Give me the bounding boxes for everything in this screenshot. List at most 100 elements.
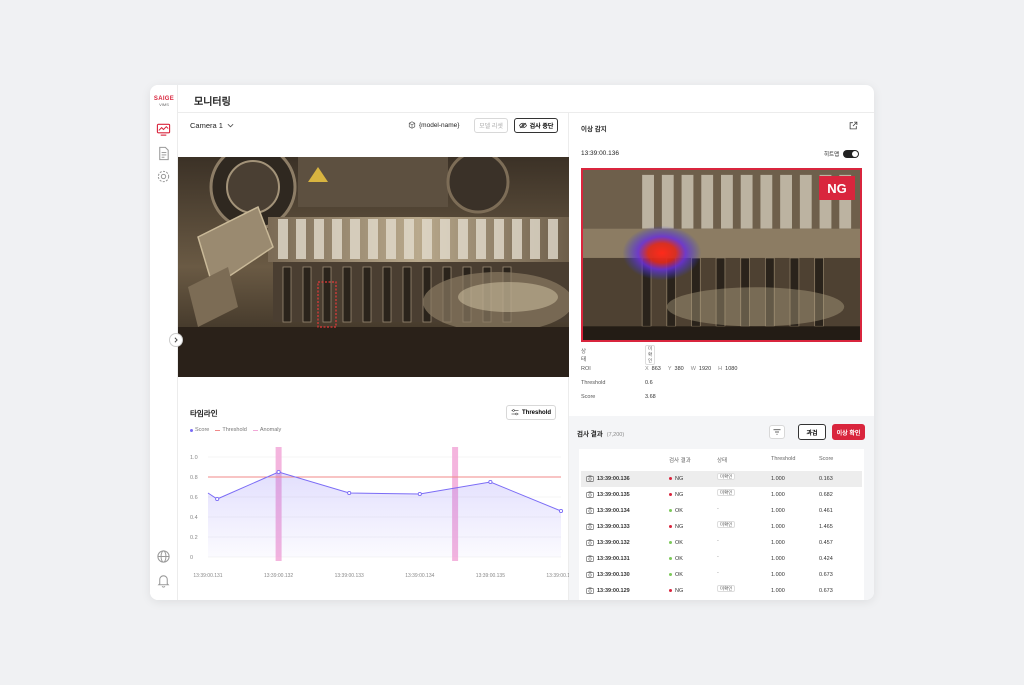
row-status-cell: - bbox=[717, 570, 719, 576]
row-result: NG bbox=[669, 524, 683, 530]
heatmap-label: 히트맵 bbox=[824, 152, 840, 158]
row-status-cell: 미확인 bbox=[717, 489, 736, 496]
model-reset-label: 모델 리셋 bbox=[479, 124, 503, 130]
row-status-cell: - bbox=[717, 554, 719, 560]
row-status-cell: 미확인 bbox=[717, 521, 736, 528]
table-row[interactable]: 13:39:00.131 OK - 1.000 0.424 bbox=[581, 551, 862, 567]
anomaly-line-icon bbox=[252, 429, 258, 431]
row-status-cell: 미확인 bbox=[717, 585, 736, 592]
table-row[interactable]: 13:39:00.130 OK - 1.000 0.673 bbox=[581, 567, 862, 583]
score-label: Score bbox=[581, 394, 596, 400]
threshold-label: Threshold bbox=[581, 380, 606, 386]
timeline-chart[interactable]: 1.0 0.8 0.6 0.4 0.2 0 13:39:00.131 13:39:00.132… bbox=[178, 437, 569, 600]
page-title: 모니터링 bbox=[194, 97, 231, 108]
row-threshold: 1.000 bbox=[771, 508, 785, 514]
y-tick-label: 1.0 bbox=[190, 455, 198, 461]
status-label: 상태 bbox=[581, 349, 587, 363]
legend-threshold: Threshold bbox=[215, 427, 247, 433]
col-score: Score bbox=[819, 456, 834, 462]
camera-feed-image[interactable] bbox=[178, 157, 569, 377]
score-dot-icon bbox=[190, 428, 193, 432]
result-dot-icon bbox=[669, 477, 672, 481]
x-tick-label: 13:39:00.132 bbox=[264, 573, 293, 579]
monitor-icon[interactable] bbox=[156, 122, 171, 137]
col-status: 상태 bbox=[717, 458, 728, 464]
model-reset-button[interactable]: 모델 리셋 bbox=[474, 118, 508, 133]
external-link-icon[interactable] bbox=[849, 121, 858, 130]
y-tick-label: 0.2 bbox=[190, 535, 198, 541]
anomaly-image[interactable]: NG bbox=[581, 168, 862, 342]
row-score: 1.465 bbox=[819, 524, 833, 530]
globe-icon[interactable] bbox=[156, 549, 171, 564]
row-threshold: 1.000 bbox=[771, 588, 785, 594]
camera-select[interactable]: Camera 1 bbox=[190, 121, 234, 130]
col-result: 검사 결과 bbox=[669, 458, 691, 464]
camera-toolbar: Camera 1 {model-name} 모델 리셋 검사 중단 bbox=[178, 113, 568, 139]
row-status-chip: 미확인 bbox=[717, 585, 736, 592]
stop-inspection-label: 검사 중단 bbox=[529, 124, 554, 130]
row-status-chip: 미확인 bbox=[717, 473, 736, 480]
threshold-button[interactable]: Threshold bbox=[506, 405, 556, 420]
x-tick-label: 13:39:00.134 bbox=[405, 573, 434, 579]
results-table: 검사 결과 상태 Threshold Score 13:39:00.136 NG 미… bbox=[579, 449, 864, 600]
roi-y-label: Y bbox=[667, 366, 672, 372]
row-time: 13:39:00.136 bbox=[597, 476, 630, 482]
settings-gear-icon[interactable] bbox=[156, 169, 171, 184]
stop-inspection-button[interactable]: 검사 중단 bbox=[514, 118, 558, 133]
results-title-label: 검사 결과 bbox=[577, 431, 603, 438]
y-tick-label: 0.4 bbox=[190, 515, 198, 521]
collapse-panel-button[interactable] bbox=[169, 333, 183, 347]
table-row[interactable]: 13:39:00.133 NG 미확인 1.000 1.465 bbox=[581, 519, 862, 535]
anomaly-title: 이상 감지 bbox=[581, 126, 607, 133]
table-row[interactable]: 13:39:00.132 OK - 1.000 0.457 bbox=[581, 535, 862, 551]
row-result-label: NG bbox=[675, 476, 684, 482]
row-result: OK bbox=[669, 556, 683, 562]
roi-h: 1080 bbox=[725, 366, 738, 372]
table-row[interactable]: 13:39:00.129 NG 미확인 1.000 0.673 bbox=[581, 583, 862, 599]
y-tick-label: 0.6 bbox=[190, 495, 198, 501]
camera-select-value: Camera 1 bbox=[190, 121, 223, 130]
filter-button[interactable] bbox=[769, 425, 785, 439]
status-chip: 미확인 bbox=[645, 345, 656, 365]
row-result-label: NG bbox=[675, 524, 684, 530]
result-dot-icon bbox=[669, 557, 672, 561]
row-score: 0.682 bbox=[819, 492, 833, 498]
camera-icon bbox=[586, 523, 594, 530]
row-threshold: 1.000 bbox=[771, 572, 785, 578]
score-point bbox=[215, 496, 220, 502]
row-time: 13:39:00.135 bbox=[597, 492, 630, 498]
brand-logo[interactable]: SAIGE VIMS bbox=[152, 96, 176, 107]
row-status: - bbox=[717, 554, 719, 560]
row-result: OK bbox=[669, 572, 683, 578]
results-section: 검사 결과 (7,200) 과검 이상 확인 검사 결과 상태 Threshol… bbox=[569, 416, 874, 600]
threshold-line-icon bbox=[215, 429, 221, 431]
camera-icon bbox=[586, 491, 594, 498]
row-threshold: 1.000 bbox=[771, 492, 785, 498]
score-point bbox=[417, 491, 422, 497]
timeline-title: 타임라인 bbox=[190, 409, 218, 418]
row-score: 0.673 bbox=[819, 572, 833, 578]
table-row[interactable]: 13:39:00.136 NG 미확인 1.000 0.163 bbox=[581, 471, 862, 487]
row-time: 13:39:00.133 bbox=[597, 524, 630, 530]
cube-icon bbox=[408, 121, 416, 129]
heatmap-toggle[interactable] bbox=[843, 150, 860, 158]
anomaly-pane: 이상 감지 13:39:00.136 히트맵 NG 상태 미확인 ROI X 8… bbox=[569, 113, 874, 600]
document-icon[interactable] bbox=[156, 146, 171, 161]
past-button[interactable]: 과검 bbox=[798, 424, 826, 440]
model-name: {model-name} bbox=[408, 121, 459, 129]
camera-icon bbox=[586, 555, 594, 562]
result-dot-icon bbox=[669, 541, 672, 545]
row-time: 13:39:00.130 bbox=[597, 572, 630, 578]
confirm-anomaly-button[interactable]: 이상 확인 bbox=[832, 424, 865, 440]
table-row[interactable]: 13:39:00.134 OK - 1.000 0.461 bbox=[581, 503, 862, 519]
x-tick-label: 13:39:00.131 bbox=[193, 573, 222, 579]
result-dot-icon bbox=[669, 573, 672, 577]
anomaly-timestamp: 13:39:00.136 bbox=[581, 150, 619, 157]
row-result: NG bbox=[669, 588, 683, 594]
row-result-label: OK bbox=[675, 508, 683, 514]
bell-icon[interactable] bbox=[156, 573, 171, 588]
result-dot-icon bbox=[669, 525, 672, 529]
row-threshold: 1.000 bbox=[771, 524, 785, 530]
table-row[interactable]: 13:39:00.135 NG 미확인 1.000 0.682 bbox=[581, 487, 862, 503]
results-title: 검사 결과 (7,200) bbox=[577, 428, 624, 438]
